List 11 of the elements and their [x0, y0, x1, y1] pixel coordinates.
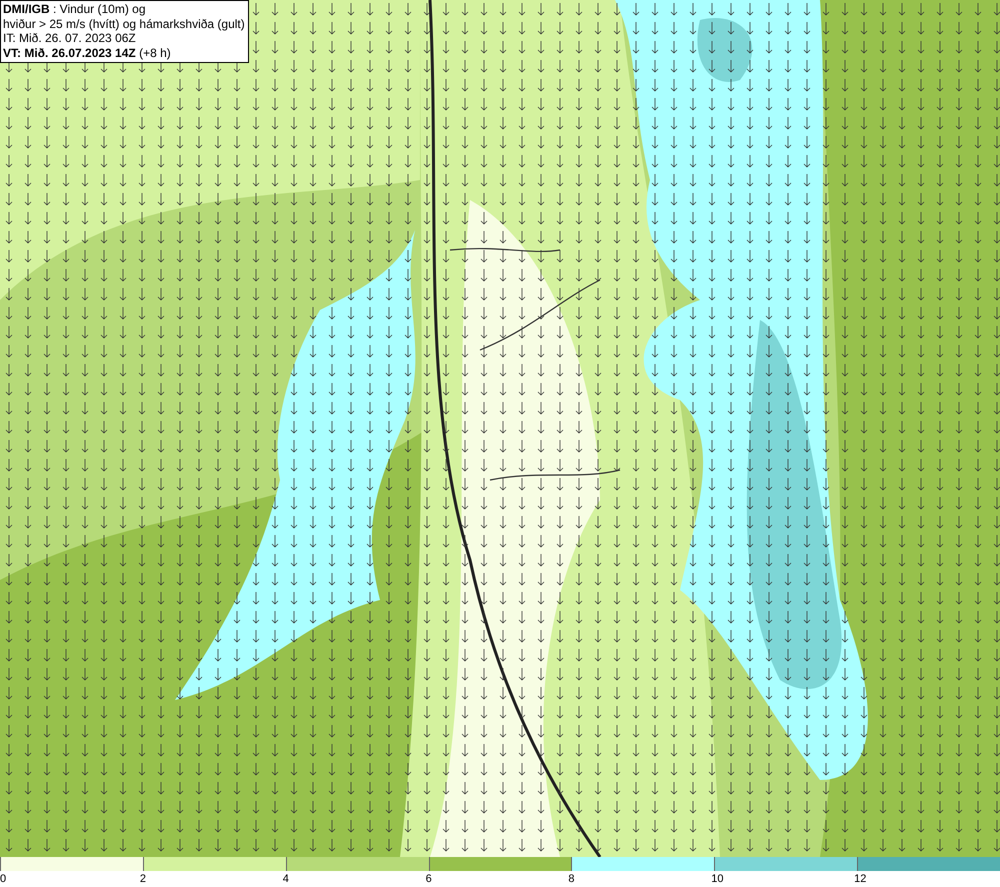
legend-label: 10 [711, 872, 724, 887]
legend-label: 8 [568, 872, 575, 887]
header-line: IT: Mið. 26. 07. 2023 06Z [3, 31, 137, 46]
legend-label: 6 [426, 872, 432, 887]
header-line: hviður > 25 m/s (hvítt) og hámarkshviða (gult) [3, 16, 245, 31]
legend-label: 0 [0, 872, 6, 887]
header-line: VT: Mið. 26.07.2023 14Z (+8 h) [3, 46, 172, 60]
header-line: DMI/IGB : Vindur (10m) og [3, 2, 146, 16]
legend-label: 2 [140, 872, 146, 887]
legend-label: 12 [854, 872, 866, 887]
legend-label: 4 [282, 872, 289, 887]
